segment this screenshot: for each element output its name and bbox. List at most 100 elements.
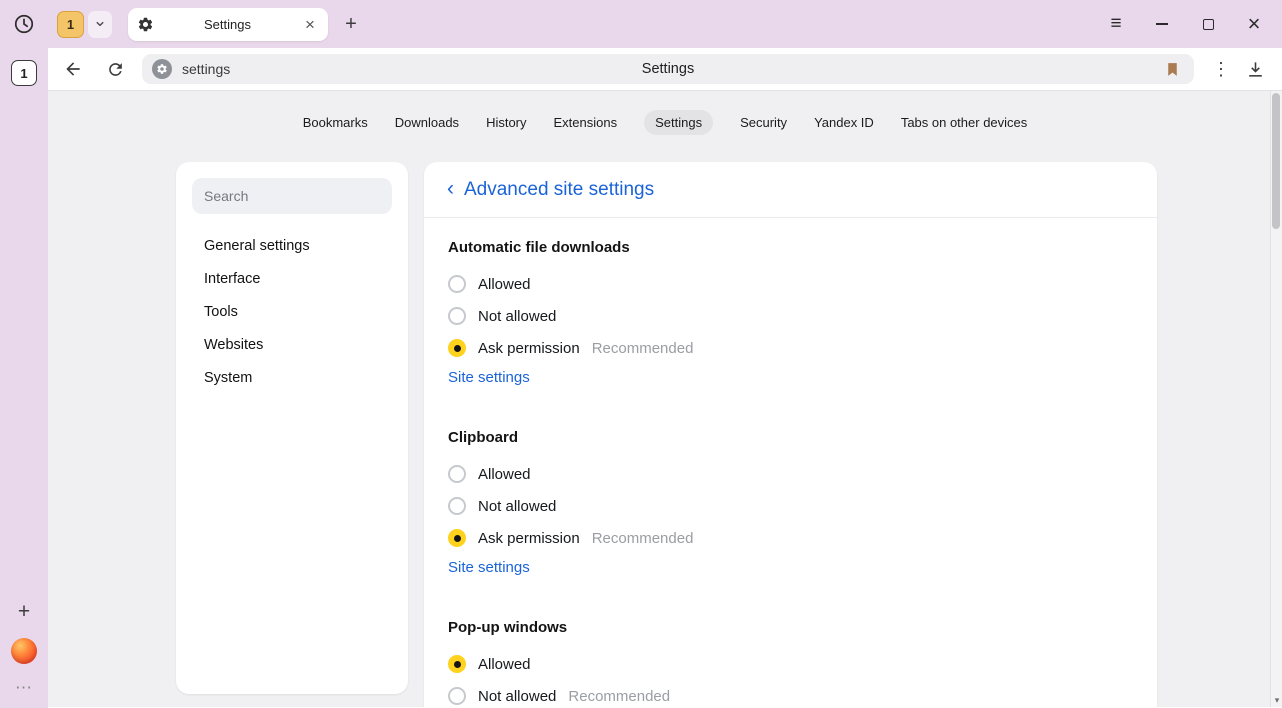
section-popup-windows: Pop-up windows Allowed Not allowed Recom… bbox=[448, 619, 1133, 707]
url-text: settings bbox=[182, 61, 230, 77]
radio-label: Allowed bbox=[478, 466, 531, 483]
section-title: Pop-up windows bbox=[448, 619, 1133, 636]
search-box[interactable] bbox=[192, 178, 392, 214]
radio-option[interactable]: Not allowed Recommended bbox=[448, 680, 1133, 707]
close-button[interactable]: × bbox=[1240, 10, 1268, 38]
tab-title: Settings bbox=[154, 17, 301, 32]
page-title-center: Settings bbox=[642, 61, 694, 77]
radio-button[interactable] bbox=[448, 275, 466, 293]
tab-close-icon[interactable]: × bbox=[301, 16, 319, 33]
settings-sections: Automatic file downloads Allowed Not all… bbox=[424, 218, 1157, 707]
gear-icon bbox=[137, 16, 154, 33]
vertical-dots-icon: ⋮ bbox=[1212, 59, 1230, 80]
nav-bookmarks[interactable]: Bookmarks bbox=[303, 110, 368, 135]
radio-option[interactable]: Not allowed bbox=[448, 300, 1133, 332]
nav-history[interactable]: History bbox=[486, 110, 526, 135]
nav-extensions[interactable]: Extensions bbox=[554, 110, 618, 135]
radio-option[interactable]: Not allowed bbox=[448, 490, 1133, 522]
rail-more-icon[interactable]: ⋯ bbox=[15, 678, 33, 698]
settings-sidebar-card: General settings Interface Tools Website… bbox=[176, 162, 408, 694]
radio-label: Not allowed bbox=[478, 498, 556, 515]
sidebar-item-interface[interactable]: Interface bbox=[176, 262, 408, 295]
section-title: Automatic file downloads bbox=[448, 239, 1133, 256]
radio-option[interactable]: Ask permission Recommended bbox=[448, 332, 1133, 364]
radio-label: Not allowed bbox=[478, 308, 556, 325]
sidebar-item-tools[interactable]: Tools bbox=[176, 295, 408, 328]
radio-option[interactable]: Ask permission Recommended bbox=[448, 522, 1133, 554]
back-button[interactable] bbox=[56, 52, 90, 86]
nav-security[interactable]: Security bbox=[740, 110, 787, 135]
bookmark-icon[interactable] bbox=[1160, 57, 1184, 81]
radio-button[interactable] bbox=[448, 307, 466, 325]
radio-button[interactable] bbox=[448, 687, 466, 705]
address-bar[interactable]: settings Settings bbox=[142, 54, 1194, 84]
active-tab[interactable]: Settings × bbox=[128, 8, 328, 41]
window-controls: ≡ × bbox=[1102, 10, 1282, 38]
sidebar-item-system[interactable]: System bbox=[176, 361, 408, 394]
titlebar: 1 Settings × + ≡ × bbox=[0, 0, 1282, 48]
recommended-note: Recommended bbox=[592, 340, 694, 357]
more-menu-icon[interactable]: ⋮ bbox=[1204, 52, 1238, 86]
browser-body: settings Settings ⋮ Bookmarks Downloads … bbox=[48, 48, 1282, 708]
site-settings-link[interactable]: Site settings bbox=[448, 559, 530, 576]
radio-option[interactable]: Allowed bbox=[448, 458, 1133, 490]
search-input[interactable] bbox=[204, 188, 380, 204]
toolbar: settings Settings ⋮ bbox=[48, 48, 1282, 91]
radio-option[interactable]: Allowed bbox=[448, 648, 1133, 680]
settings-menu: General settings Interface Tools Website… bbox=[176, 229, 408, 394]
nav-tabs-other-devices[interactable]: Tabs on other devices bbox=[901, 110, 1027, 135]
minimize-icon bbox=[1156, 23, 1168, 25]
chevron-left-icon: ‹ bbox=[447, 178, 454, 199]
downloads-button[interactable] bbox=[1238, 52, 1272, 86]
rail-add-button[interactable]: + bbox=[18, 600, 30, 624]
radio-button[interactable] bbox=[448, 529, 466, 547]
scrollbar-thumb[interactable] bbox=[1272, 93, 1280, 229]
browser-menu-icon[interactable]: ≡ bbox=[1102, 10, 1130, 38]
settings-topnav: Bookmarks Downloads History Extensions S… bbox=[48, 91, 1282, 135]
nav-yandex-id[interactable]: Yandex ID bbox=[814, 110, 874, 135]
chevron-down-icon[interactable] bbox=[88, 11, 112, 38]
settings-page: Bookmarks Downloads History Extensions S… bbox=[48, 91, 1282, 707]
radio-button[interactable] bbox=[448, 655, 466, 673]
section-title: Clipboard bbox=[448, 429, 1133, 446]
maximize-icon bbox=[1203, 19, 1214, 30]
tab-panel-badge[interactable]: 1 bbox=[11, 60, 37, 86]
reload-button[interactable] bbox=[98, 52, 132, 86]
radio-label: Allowed bbox=[478, 276, 531, 293]
radio-button[interactable] bbox=[448, 339, 466, 357]
minimize-button[interactable] bbox=[1148, 10, 1176, 38]
tab-group-controls: 1 bbox=[57, 11, 112, 38]
yandex-browser-logo[interactable] bbox=[11, 638, 37, 664]
radio-label: Ask permission bbox=[478, 340, 580, 357]
sidebar-item-general-settings[interactable]: General settings bbox=[176, 229, 408, 262]
radio-label: Not allowed bbox=[478, 688, 556, 705]
site-settings-link[interactable]: Site settings bbox=[448, 369, 530, 386]
sidebar-item-websites[interactable]: Websites bbox=[176, 328, 408, 361]
browser-window: 1 Settings × + ≡ × 1 + ⋯ bbox=[0, 0, 1282, 708]
side-rail: 1 + ⋯ bbox=[0, 0, 48, 708]
recommended-note: Recommended bbox=[568, 688, 670, 705]
side-rail-bottom: + ⋯ bbox=[11, 600, 37, 708]
radio-label: Ask permission bbox=[478, 530, 580, 547]
nav-downloads[interactable]: Downloads bbox=[395, 110, 459, 135]
radio-button[interactable] bbox=[448, 497, 466, 515]
settings-columns: General settings Interface Tools Website… bbox=[48, 162, 1282, 707]
new-tab-button[interactable]: + bbox=[338, 11, 364, 37]
tab-counter-badge[interactable]: 1 bbox=[57, 11, 84, 38]
advanced-site-settings-card: ‹ Advanced site settings Automatic file … bbox=[424, 162, 1157, 707]
maximize-button[interactable] bbox=[1194, 10, 1222, 38]
section-clipboard: Clipboard Allowed Not allowed bbox=[448, 429, 1133, 577]
yandex-logo-icon bbox=[11, 638, 37, 664]
radio-option[interactable]: Allowed bbox=[448, 268, 1133, 300]
scroll-down-icon[interactable]: ▾ bbox=[1271, 695, 1282, 706]
recommended-note: Recommended bbox=[592, 530, 694, 547]
nav-settings[interactable]: Settings bbox=[644, 110, 713, 135]
page-title: Advanced site settings bbox=[464, 179, 654, 201]
close-icon: × bbox=[1248, 13, 1261, 35]
advanced-settings-back[interactable]: ‹ Advanced site settings bbox=[424, 162, 1157, 217]
radio-label: Allowed bbox=[478, 656, 531, 673]
hamburger-icon: ≡ bbox=[1110, 13, 1121, 35]
section-automatic-file-downloads: Automatic file downloads Allowed Not all… bbox=[448, 239, 1133, 387]
radio-button[interactable] bbox=[448, 465, 466, 483]
scrollbar[interactable]: ▾ bbox=[1270, 91, 1282, 707]
